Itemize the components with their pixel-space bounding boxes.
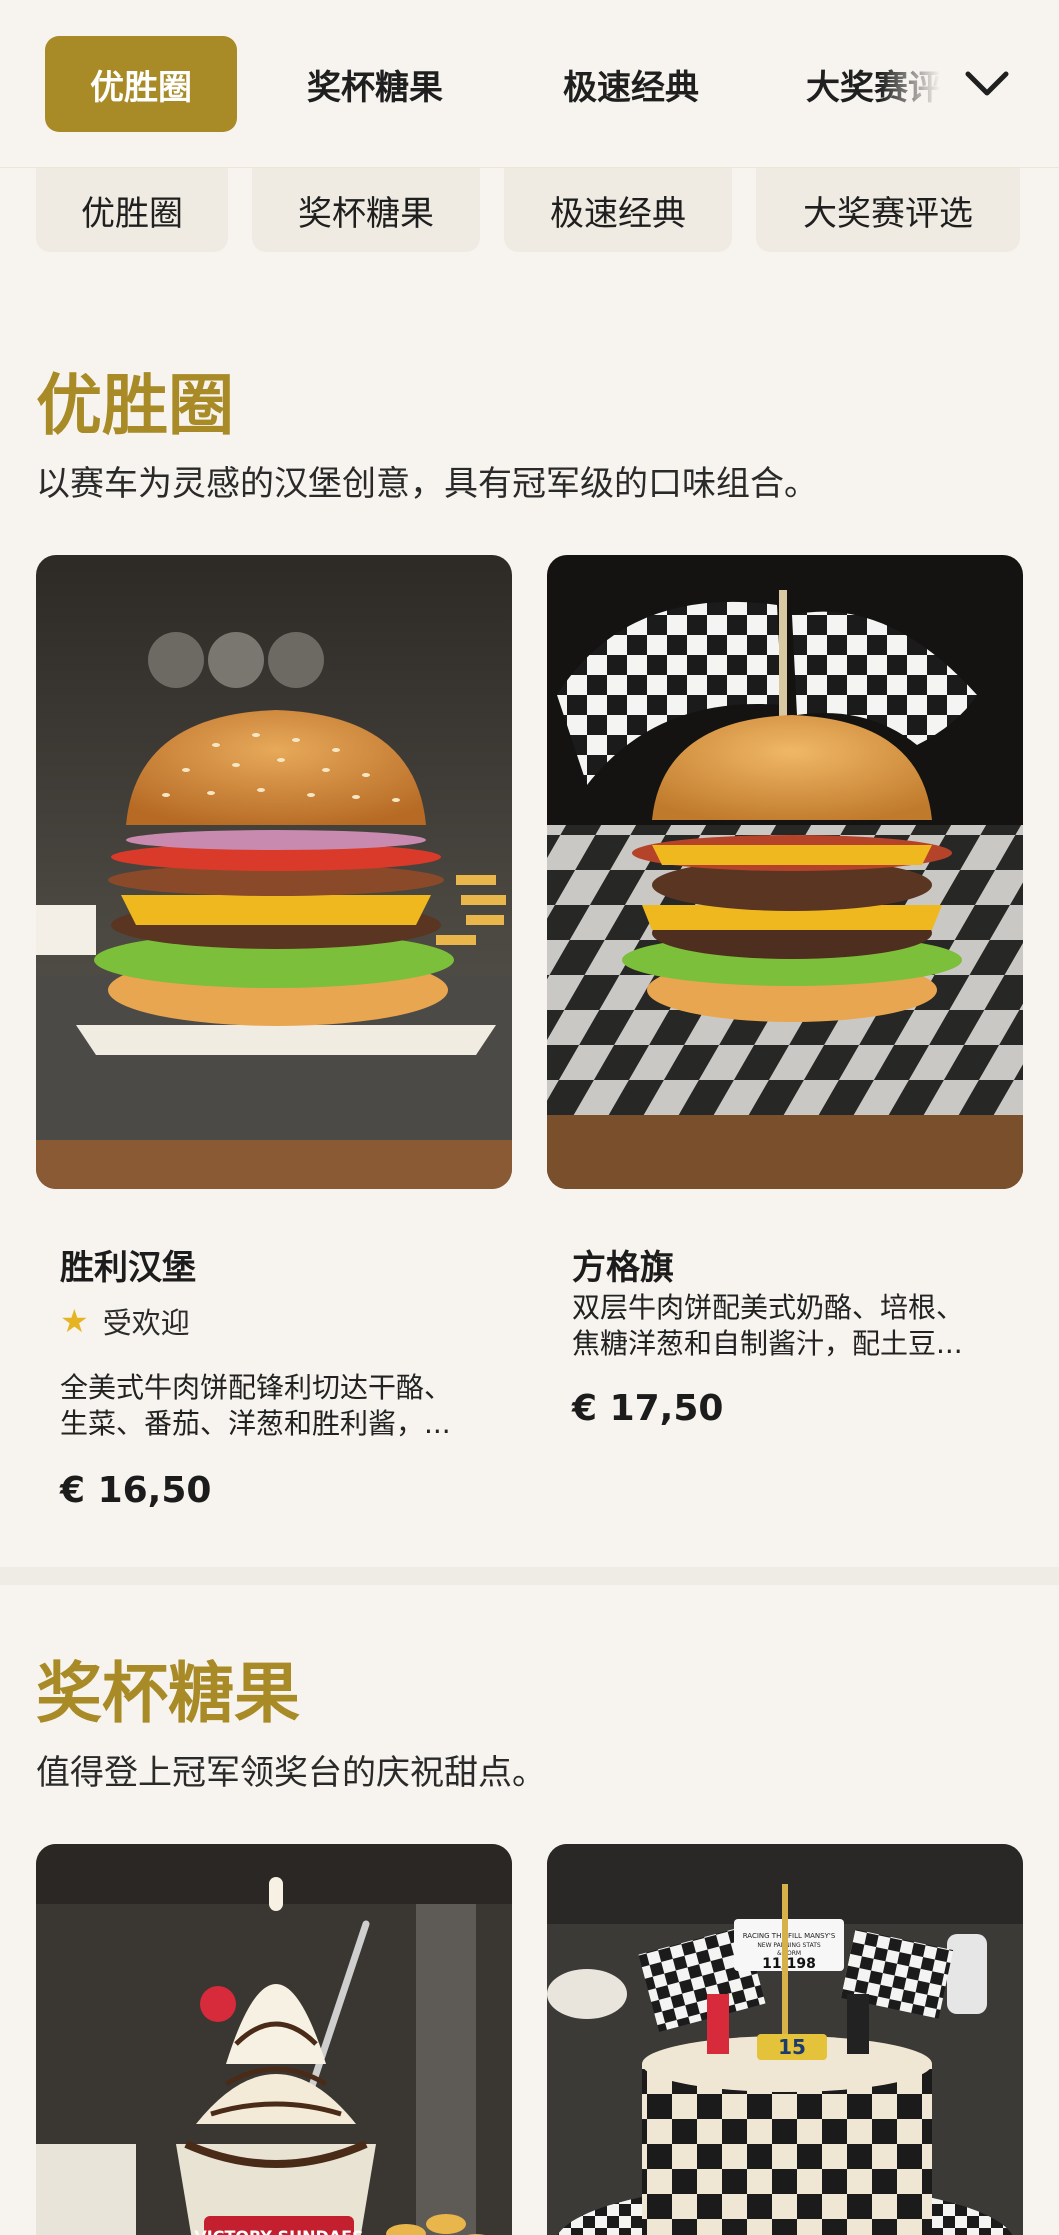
product-image-victory-burger[interactable] [36,555,512,1189]
image-lettering: 15 [778,2035,806,2059]
pill-trophy-treats[interactable]: 奖杯糖果 [252,168,480,252]
tab-trophy-treats[interactable]: 奖杯糖果 [292,36,458,132]
product-image-victory-sundae[interactable]: VICTORY SUNDAES [36,1844,512,2235]
popular-badge: ★ 受欢迎 [60,1300,190,1342]
image-lettering: 11/198 [762,1956,816,1972]
pill-winners-circle[interactable]: 优胜圈 [36,168,228,252]
tab-winners-circle[interactable]: 优胜圈 [45,36,237,132]
image-lettering: RACING THE FILL MANSY'S [743,1932,836,1940]
section-subtitle: 值得登上冠军领奖台的庆祝甜点。 [36,1753,546,1793]
description-line: 生菜、番茄、洋葱和胜利酱，... [60,1407,451,1440]
product-name[interactable]: 胜利汉堡 [60,1240,196,1289]
section-subtitle: 以赛车为灵感的汉堡创意，具有冠军级的口味组合。 [36,464,818,504]
description-line: 双层牛肉饼配美式奶酪、培根、 [572,1291,965,1324]
section-divider [0,1567,1059,1585]
description-line: 全美式牛肉饼配锋利切达干酪、 [60,1371,453,1404]
section-title: 奖杯糖果 [36,1655,300,1732]
tab-grand-prix-picks[interactable]: 大奖赛评选 [806,36,940,132]
category-tab-bar: 优胜圈 奖杯糖果 极速经典 大奖赛评选 [0,0,1059,168]
product-price: € 17,50 [572,1388,724,1429]
product-description: 双层牛肉饼配美式奶酪、培根、 焦糖洋葱和自制酱汁，配土豆... [572,1290,1002,1362]
product-image-checkered-flag[interactable] [547,555,1023,1189]
star-icon: ★ [60,1302,89,1340]
tab-speed-classics[interactable]: 极速经典 [548,36,714,132]
description-line: 焦糖洋葱和自制酱汁，配土豆... [572,1327,963,1360]
pill-speed-classics[interactable]: 极速经典 [504,168,732,252]
badge-label: 受欢迎 [102,1306,190,1340]
section-title: 优胜圈 [36,367,234,444]
product-name[interactable]: 方格旗 [572,1240,674,1289]
image-lettering: VICTORY SUNDAES [194,2227,363,2235]
image-lettering: NEW PANNING STATS [757,1942,821,1949]
pill-grand-prix-picks[interactable]: 大奖赛评选 [756,168,1020,252]
product-price: € 16,50 [60,1470,212,1511]
product-image-checkered-cake[interactable]: RACING THE FILL MANSY'S NEW PANNING STAT… [547,1844,1023,2235]
product-description: 全美式牛肉饼配锋利切达干酪、 生菜、番茄、洋葱和胜利酱，... [60,1370,490,1442]
category-pill-row: 优胜圈 奖杯糖果 极速经典 大奖赛评选 [0,168,1059,252]
chevron-down-icon[interactable] [960,60,1014,108]
